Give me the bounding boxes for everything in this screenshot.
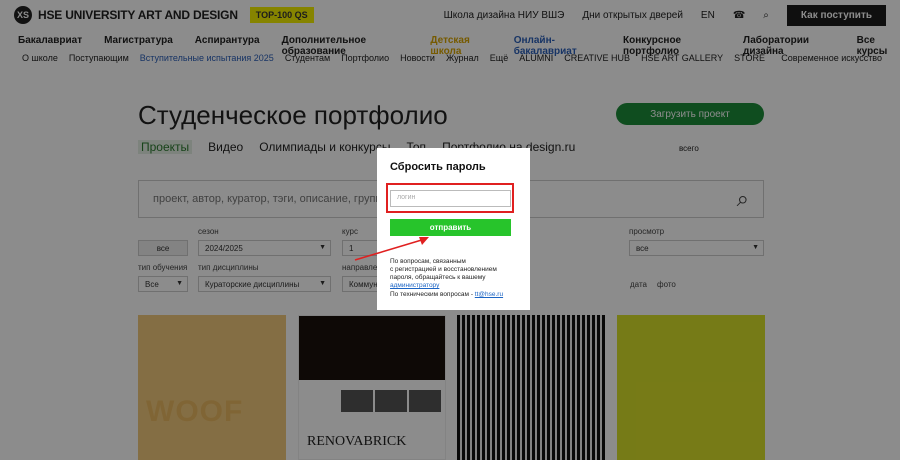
tech-support-line: По техническим вопросам - tt@hse.ru [390, 291, 520, 299]
login-input[interactable]: логин [390, 190, 511, 207]
login-placeholder: логин [397, 194, 416, 201]
help-text: По вопросам, связанным с регистрацией и … [390, 258, 520, 299]
reset-password-modal: Сбросить пароль логин отправить По вопро… [377, 148, 530, 310]
admin-link[interactable]: администратору [390, 282, 520, 290]
modal-title: Сбросить пароль [390, 161, 486, 173]
help-line: пароля, обращайтесь к вашему [390, 274, 486, 282]
annotation-arrow [354, 237, 429, 261]
tech-prefix: По техническим вопросам - [390, 290, 475, 298]
tech-email-link[interactable]: tt@hse.ru [475, 291, 503, 298]
